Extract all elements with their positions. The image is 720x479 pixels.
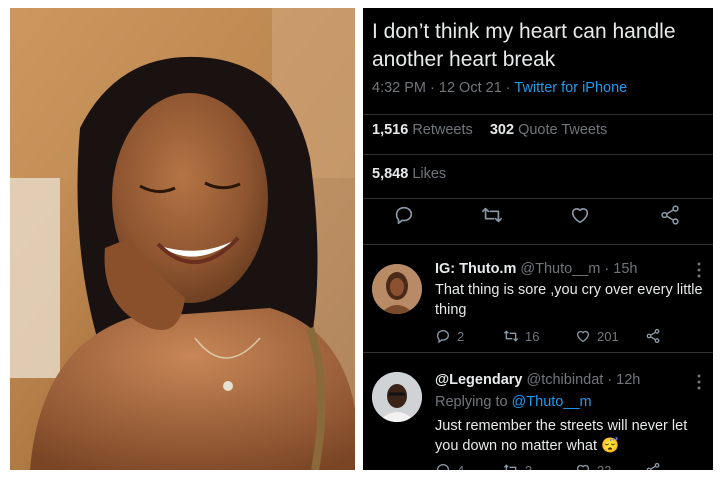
avatar[interactable] [372,372,422,422]
replying-to-mention[interactable]: @Thuto__m [512,394,592,410]
like-count: 33 [597,462,612,471]
retweet-icon[interactable] [481,204,505,228]
likes-stats: 5,848 Likes [372,166,446,182]
share-icon [646,462,660,470]
reply-count: 4 [457,462,465,471]
reply-header: @Legendary @tchibindat · 12h [435,372,640,388]
share-button[interactable] [645,460,661,470]
retweets-label[interactable]: Retweets [408,122,472,138]
retweet-count: 16 [525,328,540,344]
like-icon[interactable] [569,204,593,228]
retweet-icon [503,330,519,342]
like-icon [576,330,590,343]
reply-author-name[interactable]: IG: Thuto.m [435,261,516,277]
replying-to: Replying to @Thuto__m [435,394,592,410]
tweet-meta: 4:32 PM · 12 Oct 21 · Twitter for iPhone [372,80,627,96]
retweets-count[interactable]: 1,516 [372,122,408,138]
reply-author-handle[interactable]: @tchibindat · 12h [522,372,640,388]
reply-item[interactable]: IG: Thuto.m @Thuto__m · 15h That thing i… [363,244,713,352]
reply-count: 2 [457,328,465,344]
like-icon [576,464,590,470]
retweet-count: 3 [525,462,533,471]
retweet-button[interactable]: 3 [503,460,532,470]
reply-author-name[interactable]: @Legendary [435,372,522,388]
retweet-icon [503,464,517,470]
reply-icon [436,464,449,470]
avatar[interactable] [372,264,422,314]
reply-text: Just remember the streets will never let… [435,418,688,454]
reply-button[interactable]: 4 [435,460,464,470]
share-icon [646,328,660,344]
like-button[interactable]: 201 [575,326,619,346]
reply-button[interactable]: 2 [435,326,464,346]
retweet-button[interactable]: 16 [503,326,539,346]
woman-smiling-photo [10,8,355,470]
more-icon[interactable] [697,262,701,278]
tweet-source-link[interactable]: Twitter for iPhone [514,80,627,96]
tweet-panel: I don’t think my heart can handle anothe… [363,8,713,470]
tweet-time: 4:32 PM · 12 Oct 21 · [372,80,515,96]
more-icon[interactable] [697,374,701,390]
reply-author-handle[interactable]: @Thuto__m · 15h [516,261,637,277]
retweet-stats: 1,516 Retweets 302 Quote Tweets [372,122,607,138]
tweet-text: I don’t think my heart can handle anothe… [372,20,676,71]
reply-header: IG: Thuto.m @Thuto__m · 15h [435,261,637,277]
reply-actions: 2 16 201 [435,326,705,346]
reply-text: That thing is sore ,you cry over every l… [435,282,703,318]
likes-count[interactable]: 5,848 [372,166,408,182]
replying-prefix: Replying to [435,394,512,410]
reply-icon[interactable] [393,204,417,228]
quote-tweets-count[interactable]: 302 [490,122,514,138]
reply-item[interactable]: @Legendary @tchibindat · 12h Replying to… [363,352,713,470]
share-icon[interactable] [659,204,683,228]
likes-label[interactable]: Likes [408,166,446,182]
like-button[interactable]: 33 [575,460,611,470]
divider [363,198,713,199]
divider [363,114,713,115]
photo-panel [10,8,355,470]
divider [363,154,713,155]
tweet-action-bar [363,204,713,234]
reply-icon [436,330,449,344]
share-button[interactable] [645,326,661,346]
reply-actions: 4 3 33 [435,460,705,470]
quote-tweets-label[interactable]: Quote Tweets [514,122,607,138]
like-count: 201 [597,328,619,344]
